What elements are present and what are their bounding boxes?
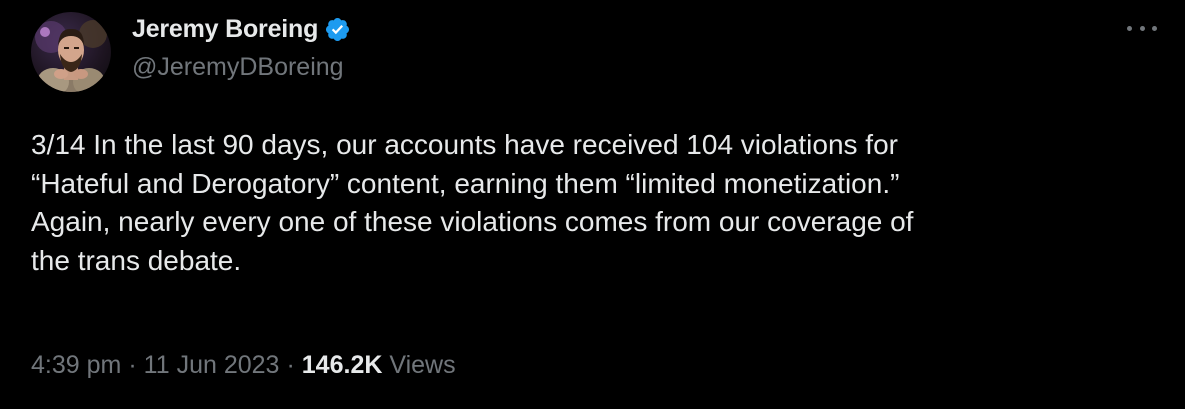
views-label: Views — [389, 351, 456, 379]
display-name[interactable]: Jeremy Boreing — [132, 15, 318, 44]
tweet-time[interactable]: 4:39 pm — [31, 351, 121, 380]
author-name-row: Jeremy Boreing — [132, 14, 351, 44]
tweet-card: Jeremy Boreing @JeremyDBoreing 3/14 In t… — [0, 0, 1185, 409]
author-handle[interactable]: @JeremyDBoreing — [132, 53, 344, 82]
more-dot — [1139, 25, 1145, 31]
tweet-line: “Hateful and Derogatory” content, earnin… — [31, 167, 900, 199]
verified-badge-icon[interactable] — [324, 16, 351, 43]
tweet-line: the trans debate. — [31, 244, 242, 276]
tweet-line: 3/14 In the last 90 days, our accounts h… — [31, 129, 898, 160]
tweet-line: Again, nearly every one of these violati… — [31, 206, 914, 237]
avatar[interactable] — [31, 12, 111, 92]
views-label-spacer — [382, 351, 389, 380]
meta-separator: · — [286, 351, 295, 379]
more-options-icon[interactable] — [1127, 20, 1157, 36]
meta-separator: · — [128, 351, 137, 379]
tweet-date[interactable]: 11 Jun 2023 — [144, 351, 280, 380]
tweet-text: 3/14 In the last 90 days, our accounts h… — [31, 126, 1151, 280]
tweet-meta: 4:39 pm · 11 Jun 2023 · 146.2K Views — [31, 351, 456, 380]
views-count[interactable]: 146.2K — [302, 351, 383, 380]
more-dot — [1152, 25, 1157, 31]
more-dot — [1127, 25, 1132, 31]
